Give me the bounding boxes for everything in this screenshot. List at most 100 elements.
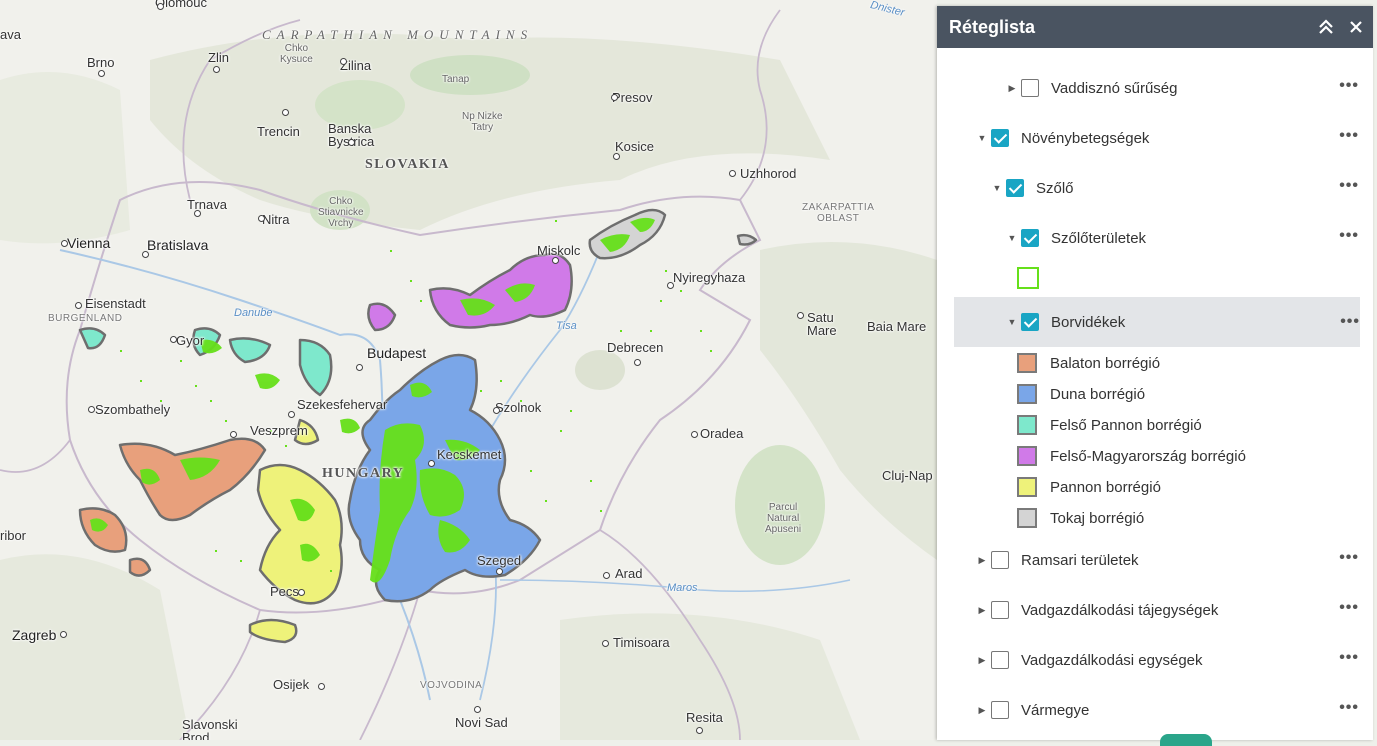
map-label-timisoara: Timisoara <box>613 635 670 650</box>
map-label-szekesfehervar: Szekesfehervar <box>297 397 388 412</box>
legend-label: Duna borrégió <box>1050 385 1146 403</box>
city-dot <box>282 109 289 116</box>
layer-checkbox[interactable] <box>1006 179 1024 197</box>
map-label-nyiregyhaza: Nyiregyhaza <box>673 270 746 285</box>
layer-row-tajegysegek[interactable]: ▶ Vadgazdálkodási tájegységek ••• <box>937 588 1373 632</box>
map-label-osijek: Osijek <box>273 677 310 692</box>
city-dot <box>230 431 237 438</box>
layer-row-ramsari[interactable]: ▶ Ramsari területek ••• <box>937 538 1373 582</box>
caret-right-icon[interactable]: ▶ <box>977 655 987 665</box>
close-panel-button[interactable] <box>1341 12 1371 42</box>
more-options-icon[interactable]: ••• <box>1339 228 1359 244</box>
legend-swatch <box>1017 446 1037 466</box>
city-dot <box>428 460 435 467</box>
city-dot <box>356 364 363 371</box>
more-options-icon[interactable]: ••• <box>1339 550 1359 566</box>
map-label-nitra: Nitra <box>262 212 290 227</box>
city-dot <box>474 706 481 713</box>
layer-checkbox[interactable] <box>991 601 1009 619</box>
map-label-kecskemet: Kecskemet <box>437 447 502 462</box>
floating-action-button[interactable] <box>1160 734 1212 746</box>
layer-label: Növénybetegségek <box>1021 129 1150 147</box>
more-options-icon[interactable]: ••• <box>1339 128 1359 144</box>
layer-list-panel: Réteglista ▶ Vaddisznó sűrűség ••• ▼ Növ… <box>937 6 1373 740</box>
map-label-satu-mare: Satu Mare <box>807 310 837 338</box>
city-dot <box>288 411 295 418</box>
layer-label: Szőlő <box>1036 179 1074 197</box>
legend-swatch <box>1017 508 1037 528</box>
layer-label: Vadgazdálkodási tájegységek <box>1021 601 1219 619</box>
city-dot <box>213 66 220 73</box>
panel-header: Réteglista <box>937 6 1373 48</box>
layer-row-varmegye[interactable]: ▶ Vármegye ••• <box>937 688 1373 732</box>
layer-row-borvidekek[interactable]: ▼ Borvidékek ••• <box>954 297 1360 347</box>
legend-item-felso-magyarorszag: Felső-Magyarország borrégió <box>1017 441 1246 471</box>
caret-right-icon[interactable]: ▶ <box>977 705 987 715</box>
more-options-icon[interactable]: ••• <box>1339 700 1359 716</box>
map-label-eisenstadt: Eisenstadt <box>85 296 146 311</box>
layer-checkbox[interactable] <box>1021 79 1039 97</box>
map-label-bratislava: Bratislava <box>147 237 209 253</box>
caret-right-icon[interactable]: ▶ <box>977 555 987 565</box>
more-options-icon[interactable]: ••• <box>1340 314 1360 330</box>
layer-row-novenybetegsegek[interactable]: ▼ Növénybetegségek ••• <box>937 116 1373 160</box>
layer-row-vaddiszno[interactable]: ▶ Vaddisznó sűrűség ••• <box>937 66 1373 110</box>
legend-item-balaton: Balaton borrégió <box>1017 348 1160 378</box>
city-dot <box>496 568 503 575</box>
map-label-danube: Danube <box>234 307 273 319</box>
layer-row-egysegek[interactable]: ▶ Vadgazdálkodási egységek ••• <box>937 638 1373 682</box>
map-label-gyor: Gyor <box>176 333 205 348</box>
collapse-panel-button[interactable] <box>1311 12 1341 42</box>
legend-item-tokaj: Tokaj borrégió <box>1017 503 1144 533</box>
map-label-hungary: HUNGARY <box>322 466 405 481</box>
map-label-arad: Arad <box>615 566 643 581</box>
city-dot <box>634 359 641 366</box>
layer-row-szolo[interactable]: ▼ Szőlő ••• <box>937 166 1373 210</box>
city-dot <box>170 336 177 343</box>
map-label-presov: Presov <box>612 90 653 105</box>
map-label-budapest: Budapest <box>367 345 427 361</box>
map-label-chko-kysuce: Chko Kysuce <box>280 43 313 65</box>
more-options-icon[interactable]: ••• <box>1339 178 1359 194</box>
layer-checkbox[interactable] <box>991 551 1009 569</box>
layer-checkbox[interactable] <box>991 651 1009 669</box>
vineyard-legend-symbol <box>1017 267 1039 289</box>
legend-swatch <box>1017 415 1037 435</box>
caret-right-icon[interactable]: ▶ <box>1007 83 1017 93</box>
layer-checkbox[interactable] <box>991 129 1009 147</box>
map-label-chko-stiav: Chko Stiavnicke Vrchy <box>318 196 364 229</box>
caret-down-icon[interactable]: ▼ <box>977 133 987 143</box>
map-label-zagreb: Zagreb <box>12 627 57 643</box>
map-label-brno: Brno <box>87 55 115 70</box>
city-dot <box>603 572 610 579</box>
double-chevron-up-icon <box>1319 19 1333 34</box>
caret-right-icon[interactable]: ▶ <box>977 605 987 615</box>
map-label-ava: ava <box>0 27 21 42</box>
layer-checkbox[interactable] <box>991 701 1009 719</box>
map-label-maros: Maros <box>667 582 698 594</box>
close-icon <box>1350 21 1362 33</box>
caret-down-icon[interactable]: ▼ <box>1007 317 1017 327</box>
layer-checkbox[interactable] <box>1021 313 1039 331</box>
map-label-tisa: Tisa <box>556 320 577 332</box>
legend-label: Pannon borrégió <box>1050 478 1161 496</box>
map-label-novi-sad: Novi Sad <box>455 715 508 730</box>
map-label-szeged: Szeged <box>477 553 522 568</box>
map-view[interactable]: Olomouc ava CARPATHIAN MOUNTAINS Brno Zl… <box>0 0 937 740</box>
map-label-debrecen: Debrecen <box>607 340 664 355</box>
more-options-icon[interactable]: ••• <box>1339 600 1359 616</box>
panel-title: Réteglista <box>949 16 1036 37</box>
caret-down-icon[interactable]: ▼ <box>992 183 1002 193</box>
layer-row-szoloteruletek[interactable]: ▼ Szőlőterületek ••• <box>937 216 1373 260</box>
city-dot <box>318 683 325 690</box>
legend-swatch <box>1017 353 1037 373</box>
legend-label: Tokaj borrégió <box>1050 509 1145 527</box>
map-label-kosice: Kosice <box>615 139 655 154</box>
layer-checkbox[interactable] <box>1021 229 1039 247</box>
city-dot <box>75 302 82 309</box>
map-label-oradea: Oradea <box>700 426 744 441</box>
more-options-icon[interactable]: ••• <box>1339 650 1359 666</box>
more-options-icon[interactable]: ••• <box>1339 78 1359 94</box>
map-label-ribor: ribor <box>0 528 27 543</box>
caret-down-icon[interactable]: ▼ <box>1007 233 1017 243</box>
